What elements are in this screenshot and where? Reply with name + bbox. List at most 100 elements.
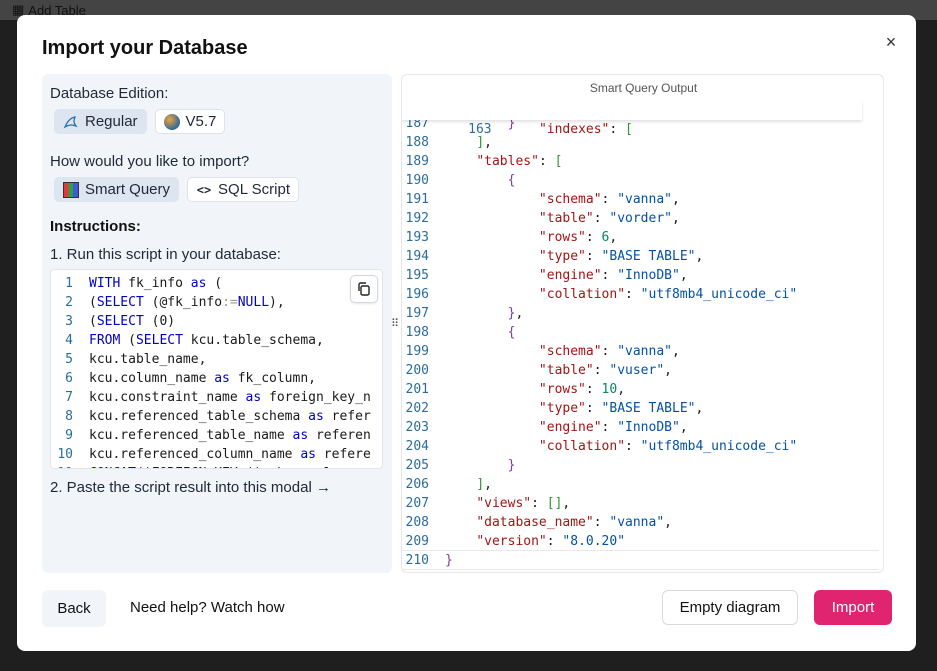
line-number: 206: [405, 477, 429, 492]
line-number: 6: [65, 371, 73, 386]
instructions-title: Instructions:: [50, 218, 141, 235]
output-line: 208 "database_name": "vanna",: [402, 513, 883, 532]
line-text: "schema": "vanna",: [538, 192, 680, 207]
close-icon[interactable]: ×: [880, 31, 902, 53]
output-title: Smart Query Output: [589, 81, 698, 95]
line-number: 193: [405, 230, 429, 245]
output-line: 196 "collation": "utf8mb4_unicode_ci": [402, 285, 883, 304]
edition-version-label: V5.7: [185, 113, 217, 130]
line-number: 192: [405, 211, 429, 226]
line-number: 2: [65, 295, 73, 310]
sql-script-option[interactable]: <> SQL Script: [187, 177, 299, 202]
line-text: "table": "vuser",: [538, 363, 672, 378]
copy-icon[interactable]: [350, 275, 378, 303]
line-number: 209: [405, 534, 429, 549]
drag-handle-icon[interactable]: ⠿: [391, 317, 399, 330]
line-number: 7: [65, 390, 73, 405]
line-text: "schema": "vanna",: [538, 344, 680, 359]
line-text: kcu.referenced_table_schema as refer: [89, 409, 371, 424]
line-number: 9: [65, 428, 73, 443]
line-number: 196: [405, 287, 429, 302]
output-line: 189 "tables": [: [402, 152, 883, 171]
line-number: 3: [65, 314, 73, 329]
instructions-panel: Database Edition: Regular V5.7 How would…: [42, 74, 392, 573]
import-method-label: How would you like to import?: [50, 153, 250, 170]
line-text: "indexes": [: [538, 122, 633, 137]
sql-script-code[interactable]: 1 WITH fk_info as (2 (SELECT (@fk_info:=NU…: [50, 269, 383, 469]
line-text: "type": "BASE TABLE",: [538, 249, 704, 264]
line-text: {: [507, 325, 516, 340]
output-line: 204 "collation": "utf8mb4_unicode_ci": [402, 437, 883, 456]
code-line: 2 (SELECT (@fk_info:=NULL),: [51, 293, 382, 312]
output-line: 200 "table": "vuser",: [402, 361, 883, 380]
output-line: 203 "engine": "InnoDB",: [402, 418, 883, 437]
line-number: 194: [405, 249, 429, 264]
edition-options: Regular V5.7: [54, 109, 226, 134]
empty-diagram-button[interactable]: Empty diagram: [662, 590, 798, 625]
output-line: 195 "engine": "InnoDB",: [402, 266, 883, 285]
line-text: ],: [476, 477, 492, 492]
line-text: kcu.column_name as fk_column,: [89, 371, 316, 386]
line-number: 200: [405, 363, 429, 378]
line-text: (SELECT (0): [89, 314, 176, 329]
line-number: 191: [405, 192, 429, 207]
code-line: 10 kcu.referenced_column_name as refere: [51, 445, 382, 464]
code-brackets-icon: <>: [196, 182, 212, 197]
line-number: 1: [65, 276, 73, 291]
sql-script-label: SQL Script: [218, 181, 290, 198]
version-globe-icon: [163, 113, 180, 130]
line-text: "engine": "InnoDB",: [538, 420, 688, 435]
output-line: 193 "rows": 6,: [402, 228, 883, 247]
edition-regular-option[interactable]: Regular: [54, 109, 147, 134]
smart-query-icon: [63, 181, 79, 198]
import-database-modal: Import your Database × Database Edition:…: [17, 15, 916, 651]
line-number: 201: [405, 382, 429, 397]
line-text: "collation": "utf8mb4_unicode_ci": [538, 287, 798, 302]
output-line: 199 "schema": "vanna",: [402, 342, 883, 361]
code-line: 9 kcu.referenced_table_name as referen: [51, 426, 382, 445]
line-text: }: [445, 553, 453, 568]
line-text: "version": "8.0.20": [476, 534, 626, 549]
line-text: CONCAT('FOREIGN KEY (', kcu.column_n: [89, 466, 371, 468]
line-number: 208: [405, 515, 429, 530]
line-number: 207: [405, 496, 429, 511]
output-line: 191 "schema": "vanna",: [402, 190, 883, 209]
edition-regular-label: Regular: [85, 113, 138, 130]
line-text: kcu.table_name,: [89, 352, 207, 367]
step-1-text: 1. Run this script in your database:: [50, 246, 281, 263]
line-text: "rows": 10,: [538, 382, 626, 397]
line-number: 8: [65, 409, 73, 424]
code-line: 7 kcu.constraint_name as foreign_key_n: [51, 388, 382, 407]
step-2-text: 2. Paste the script result into this mod…: [50, 479, 331, 496]
import-button[interactable]: Import: [814, 590, 892, 625]
output-line: 207 "views": [],: [402, 494, 883, 513]
line-text: kcu.referenced_column_name as refere: [89, 447, 371, 462]
code-line: 5 kcu.table_name,: [51, 350, 382, 369]
back-button[interactable]: Back: [42, 590, 106, 627]
code-line: 11CONCAT('FOREIGN KEY (', kcu.column_n: [51, 464, 382, 468]
line-text: "database_name": "vanna",: [476, 515, 672, 530]
output-line: 190 {: [402, 171, 883, 190]
edition-version-option[interactable]: V5.7: [154, 109, 226, 134]
line-number: 163: [468, 122, 492, 137]
output-line: 194 "type": "BASE TABLE",: [402, 247, 883, 266]
watch-help-link[interactable]: Need help? Watch how: [130, 599, 285, 616]
line-text: kcu.constraint_name as foreign_key_n: [89, 390, 371, 405]
line-number: 5: [65, 352, 73, 367]
sticky-scroll-line: 163 "indexes": [: [402, 101, 862, 137]
smart-query-output-editor[interactable]: Smart Query Output 163 "indexes": [ 187 …: [401, 74, 884, 573]
output-line: 198 {: [402, 323, 883, 342]
line-text: "tables": [: [476, 154, 563, 169]
output-line: 210}: [402, 551, 883, 570]
line-number: 202: [405, 401, 429, 416]
line-number: 11: [51, 464, 89, 468]
modal-title: Import your Database: [42, 37, 248, 59]
line-number: 195: [405, 268, 429, 283]
line-number: 198: [405, 325, 429, 340]
smart-query-option[interactable]: Smart Query: [54, 177, 180, 202]
line-text: "engine": "InnoDB",: [538, 268, 688, 283]
edition-label: Database Edition:: [50, 85, 169, 102]
output-line: 206 ],: [402, 475, 883, 494]
line-text: "type": "BASE TABLE",: [538, 401, 704, 416]
code-line: 3 (SELECT (0): [51, 312, 382, 331]
